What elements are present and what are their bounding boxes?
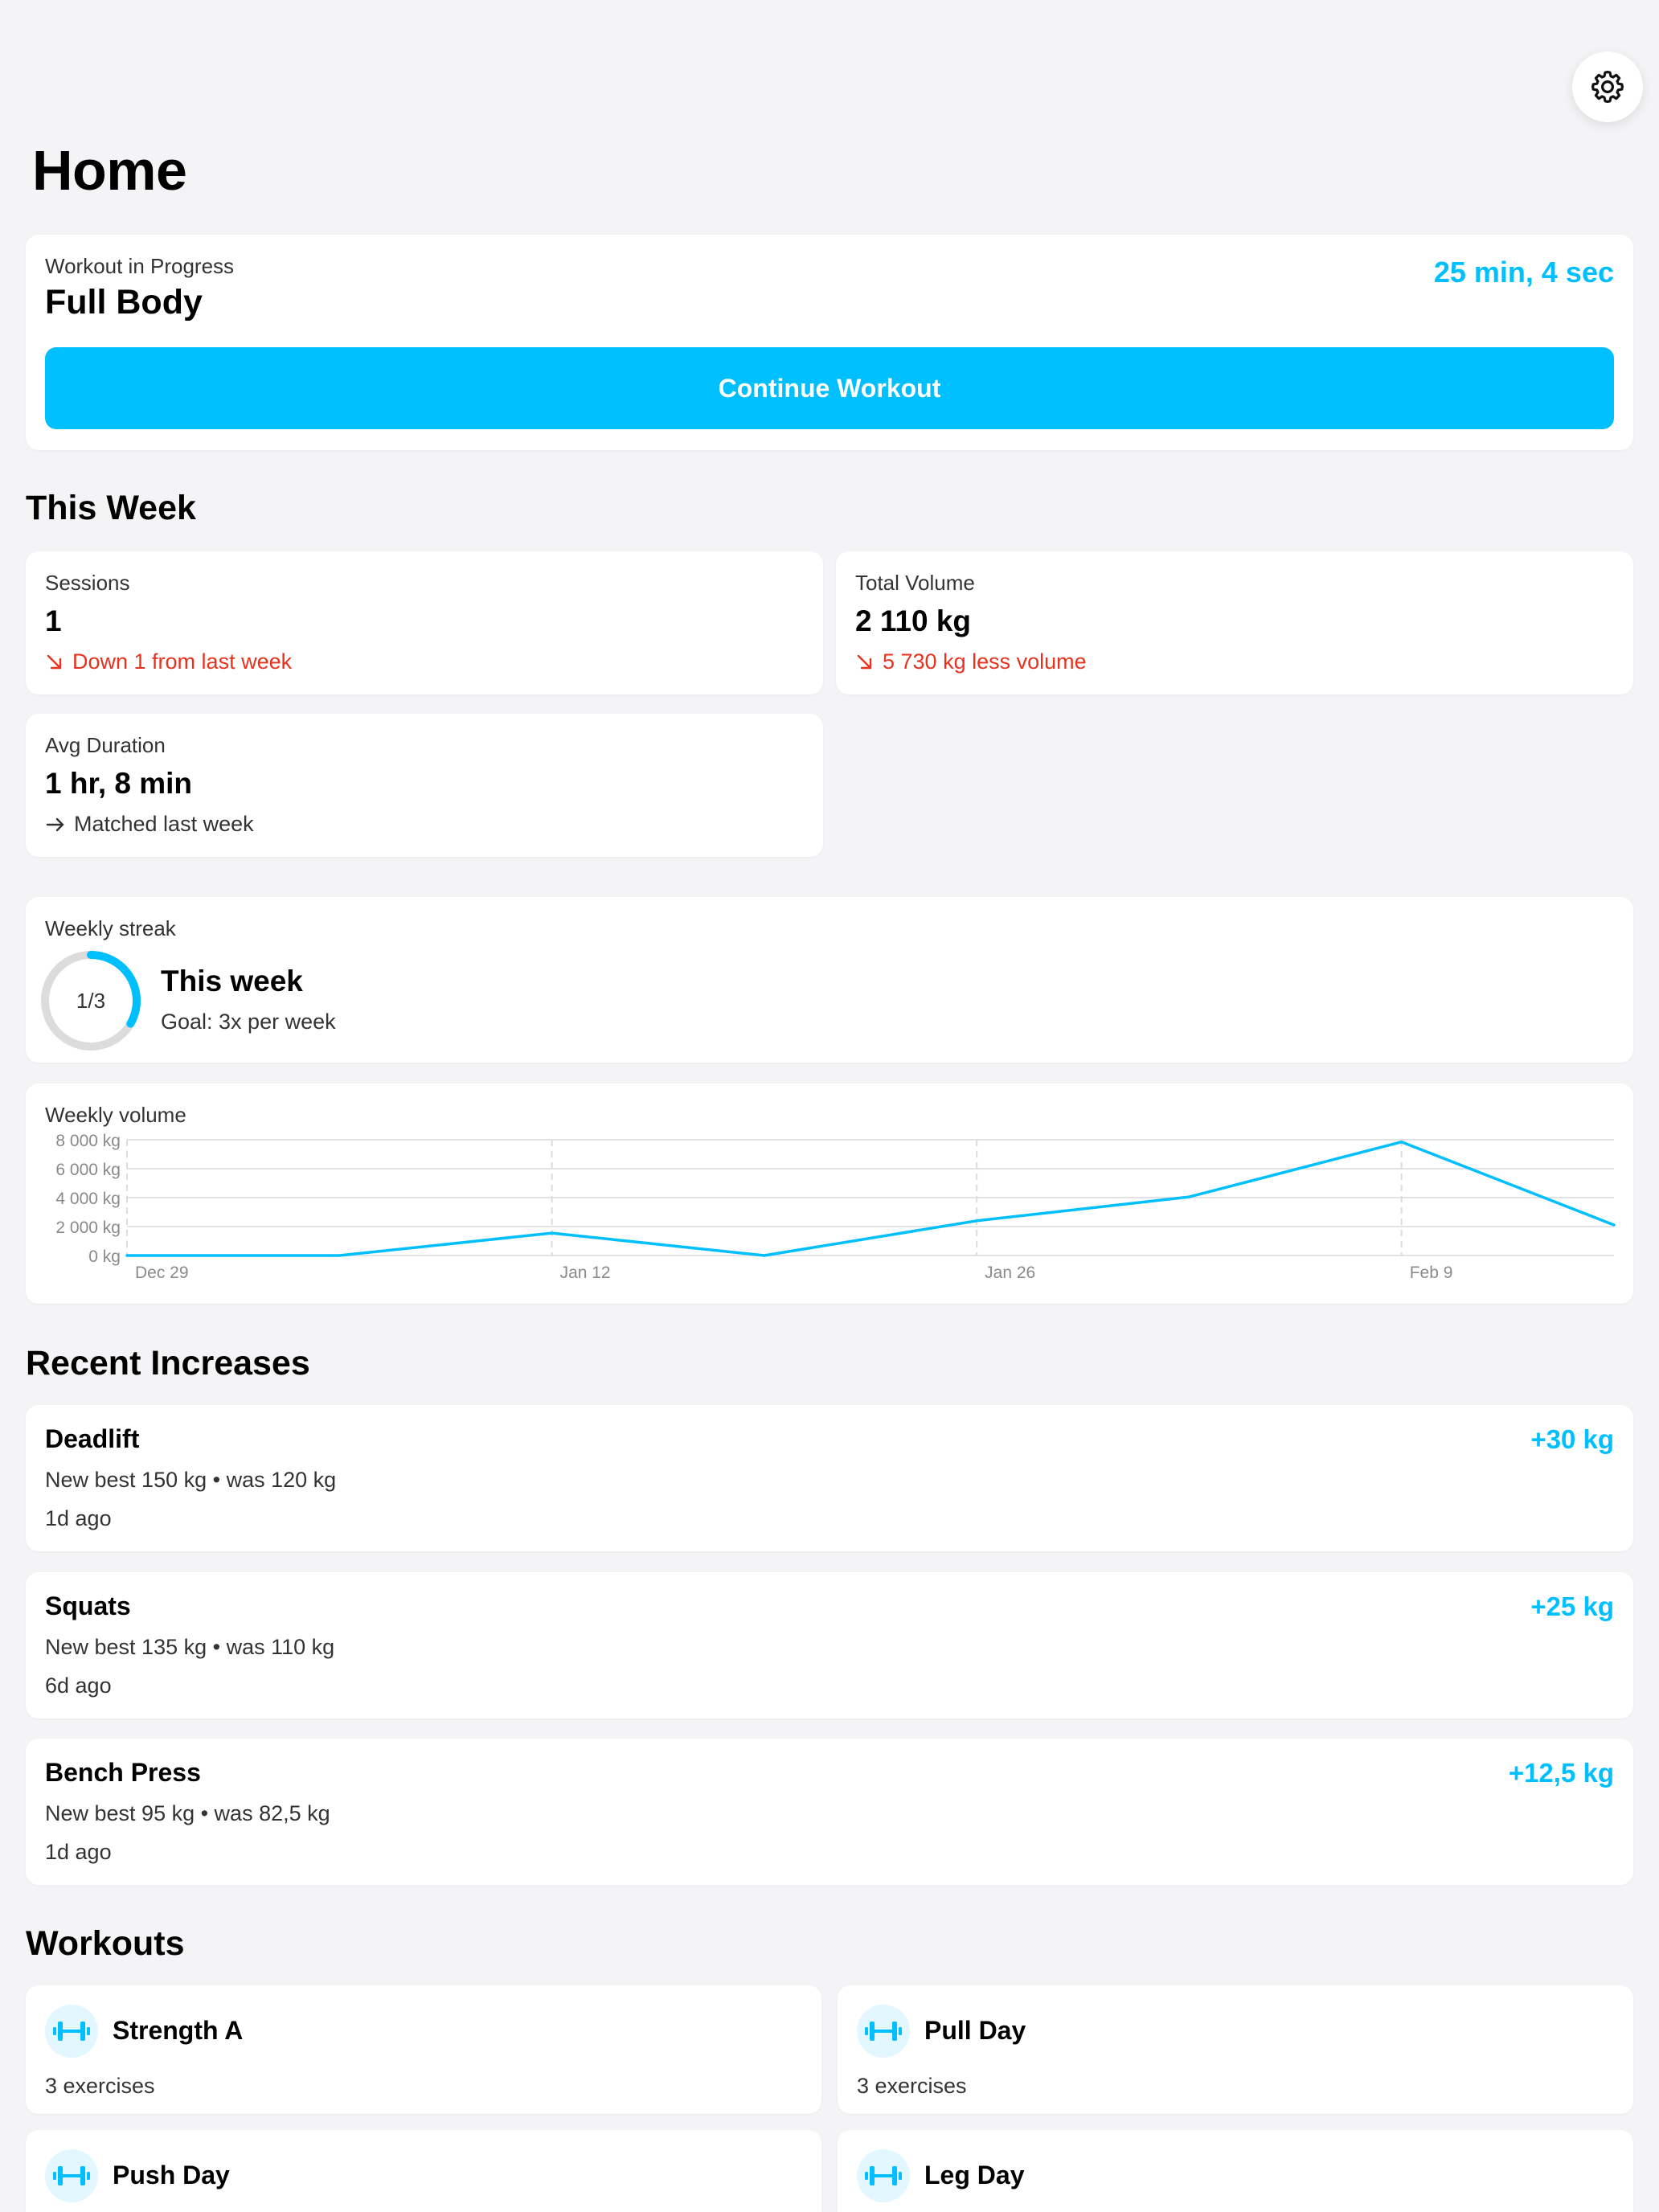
increase-delta: +30 kg (1530, 1424, 1614, 1454)
increase-exercise-name: Bench Press (45, 1758, 201, 1787)
x-tick-label: Jan 26 (985, 1264, 1035, 1282)
gear-icon (1591, 71, 1624, 103)
streak-count: 1/3 (76, 988, 106, 1013)
workout-name: Strength A (113, 2016, 244, 2045)
increase-detail: New best 150 kg • was 120 kg (45, 1468, 337, 1492)
increase-delta: +12,5 kg (1508, 1758, 1614, 1788)
workouts-title: Workouts (26, 1924, 185, 1963)
y-tick-label: 6 000 kg (55, 1161, 121, 1179)
increase-detail: New best 95 kg • was 82,5 kg (45, 1801, 330, 1825)
sessions-delta: Down 1 from last week (72, 649, 293, 674)
sessions-label: Sessions (45, 571, 130, 595)
increase-detail: New best 135 kg • was 110 kg (45, 1635, 335, 1659)
y-tick-label: 4 000 kg (55, 1190, 121, 1208)
arrow-down-right-icon (857, 654, 872, 669)
workout-exercise-count: 3 exercises (45, 2074, 155, 2098)
total-volume-delta: 5 730 kg less volume (883, 649, 1087, 674)
increase-time: 1d ago (45, 1840, 112, 1864)
increase-exercise-name: Deadlift (45, 1424, 140, 1453)
avg-duration-delta: Matched last week (74, 812, 254, 836)
increase-time: 1d ago (45, 1506, 112, 1530)
page-title: Home (32, 139, 187, 202)
continue-workout-button[interactable]: Continue Workout (45, 347, 1614, 429)
sessions-card[interactable]: Sessions 1 Down 1 from last week (26, 551, 823, 694)
total-volume-card[interactable]: Total Volume 2 110 kg 5 730 kg less volu… (836, 551, 1633, 694)
y-tick-label: 2 000 kg (55, 1219, 121, 1237)
sessions-value: 1 (45, 604, 62, 637)
arrow-down-right-icon (47, 654, 62, 669)
workout-exercise-count: 3 exercises (857, 2074, 967, 2098)
arrow-right-icon (46, 817, 64, 831)
workout-card-push-day[interactable]: Push Day (26, 2130, 821, 2212)
increase-item[interactable]: Bench Press +12,5 kg New best 95 kg • wa… (26, 1739, 1633, 1885)
y-tick-label: 8 000 kg (55, 1132, 121, 1150)
streak-title: This week (161, 965, 303, 997)
x-tick-label: Feb 9 (1410, 1264, 1453, 1282)
weekly-streak-label: Weekly streak (45, 916, 176, 940)
workout-name: Push Day (113, 2161, 230, 2189)
this-week-title: This Week (26, 489, 196, 527)
workout-card-leg-day[interactable]: Leg Day (838, 2130, 1633, 2212)
workout-name: Pull Day (924, 2016, 1026, 2045)
avg-duration-value: 1 hr, 8 min (45, 767, 193, 800)
increase-time: 6d ago (45, 1673, 112, 1698)
workout-card-pull-day[interactable]: Pull Day 3 exercises (838, 1985, 1633, 2114)
x-tick-label: Jan 12 (560, 1264, 611, 1282)
weekly-volume-card: Weekly volume 0 kg 2 000 kg 4 000 kg 6 000 … (26, 1083, 1633, 1304)
increase-exercise-name: Squats (45, 1591, 131, 1620)
dumbbell-icon (865, 2022, 902, 2041)
dumbbell-icon (865, 2166, 902, 2185)
settings-button[interactable] (1572, 51, 1643, 122)
increase-delta: +25 kg (1530, 1591, 1614, 1621)
weekly-streak-card[interactable]: Weekly streak 1/3 This week Goal: 3x per… (26, 897, 1633, 1063)
workout-name: Leg Day (924, 2161, 1025, 2189)
series-line (125, 1140, 1616, 1257)
increase-item[interactable]: Deadlift +30 kg New best 150 kg • was 12… (26, 1405, 1633, 1551)
y-tick-label: 0 kg (88, 1247, 121, 1266)
x-tick-label: Dec 29 (135, 1264, 189, 1282)
dumbbell-icon (53, 2166, 90, 2185)
weekly-volume-chart: 0 kg 2 000 kg 4 000 kg 6 000 kg 8 000 kg Dec … (55, 1132, 1616, 1282)
workout-card-strength-a[interactable]: Strength A 3 exercises (26, 1985, 821, 2114)
dumbbell-icon (53, 2022, 90, 2041)
total-volume-label: Total Volume (855, 571, 975, 595)
avg-duration-card[interactable]: Avg Duration 1 hr, 8 min Matched last we… (26, 714, 823, 857)
workout-timer: 25 min, 4 sec (1433, 256, 1614, 289)
workout-in-progress-card: Workout in Progress Full Body 25 min, 4 … (26, 235, 1633, 450)
avg-duration-label: Avg Duration (45, 733, 166, 757)
recent-increases-title: Recent Increases (26, 1344, 310, 1382)
streak-goal: Goal: 3x per week (161, 1010, 336, 1034)
workout-name: Full Body (45, 283, 203, 322)
total-volume-value: 2 110 kg (855, 604, 972, 637)
workout-in-progress-label: Workout in Progress (45, 254, 235, 278)
increase-item[interactable]: Squats +25 kg New best 135 kg • was 110 … (26, 1572, 1633, 1718)
